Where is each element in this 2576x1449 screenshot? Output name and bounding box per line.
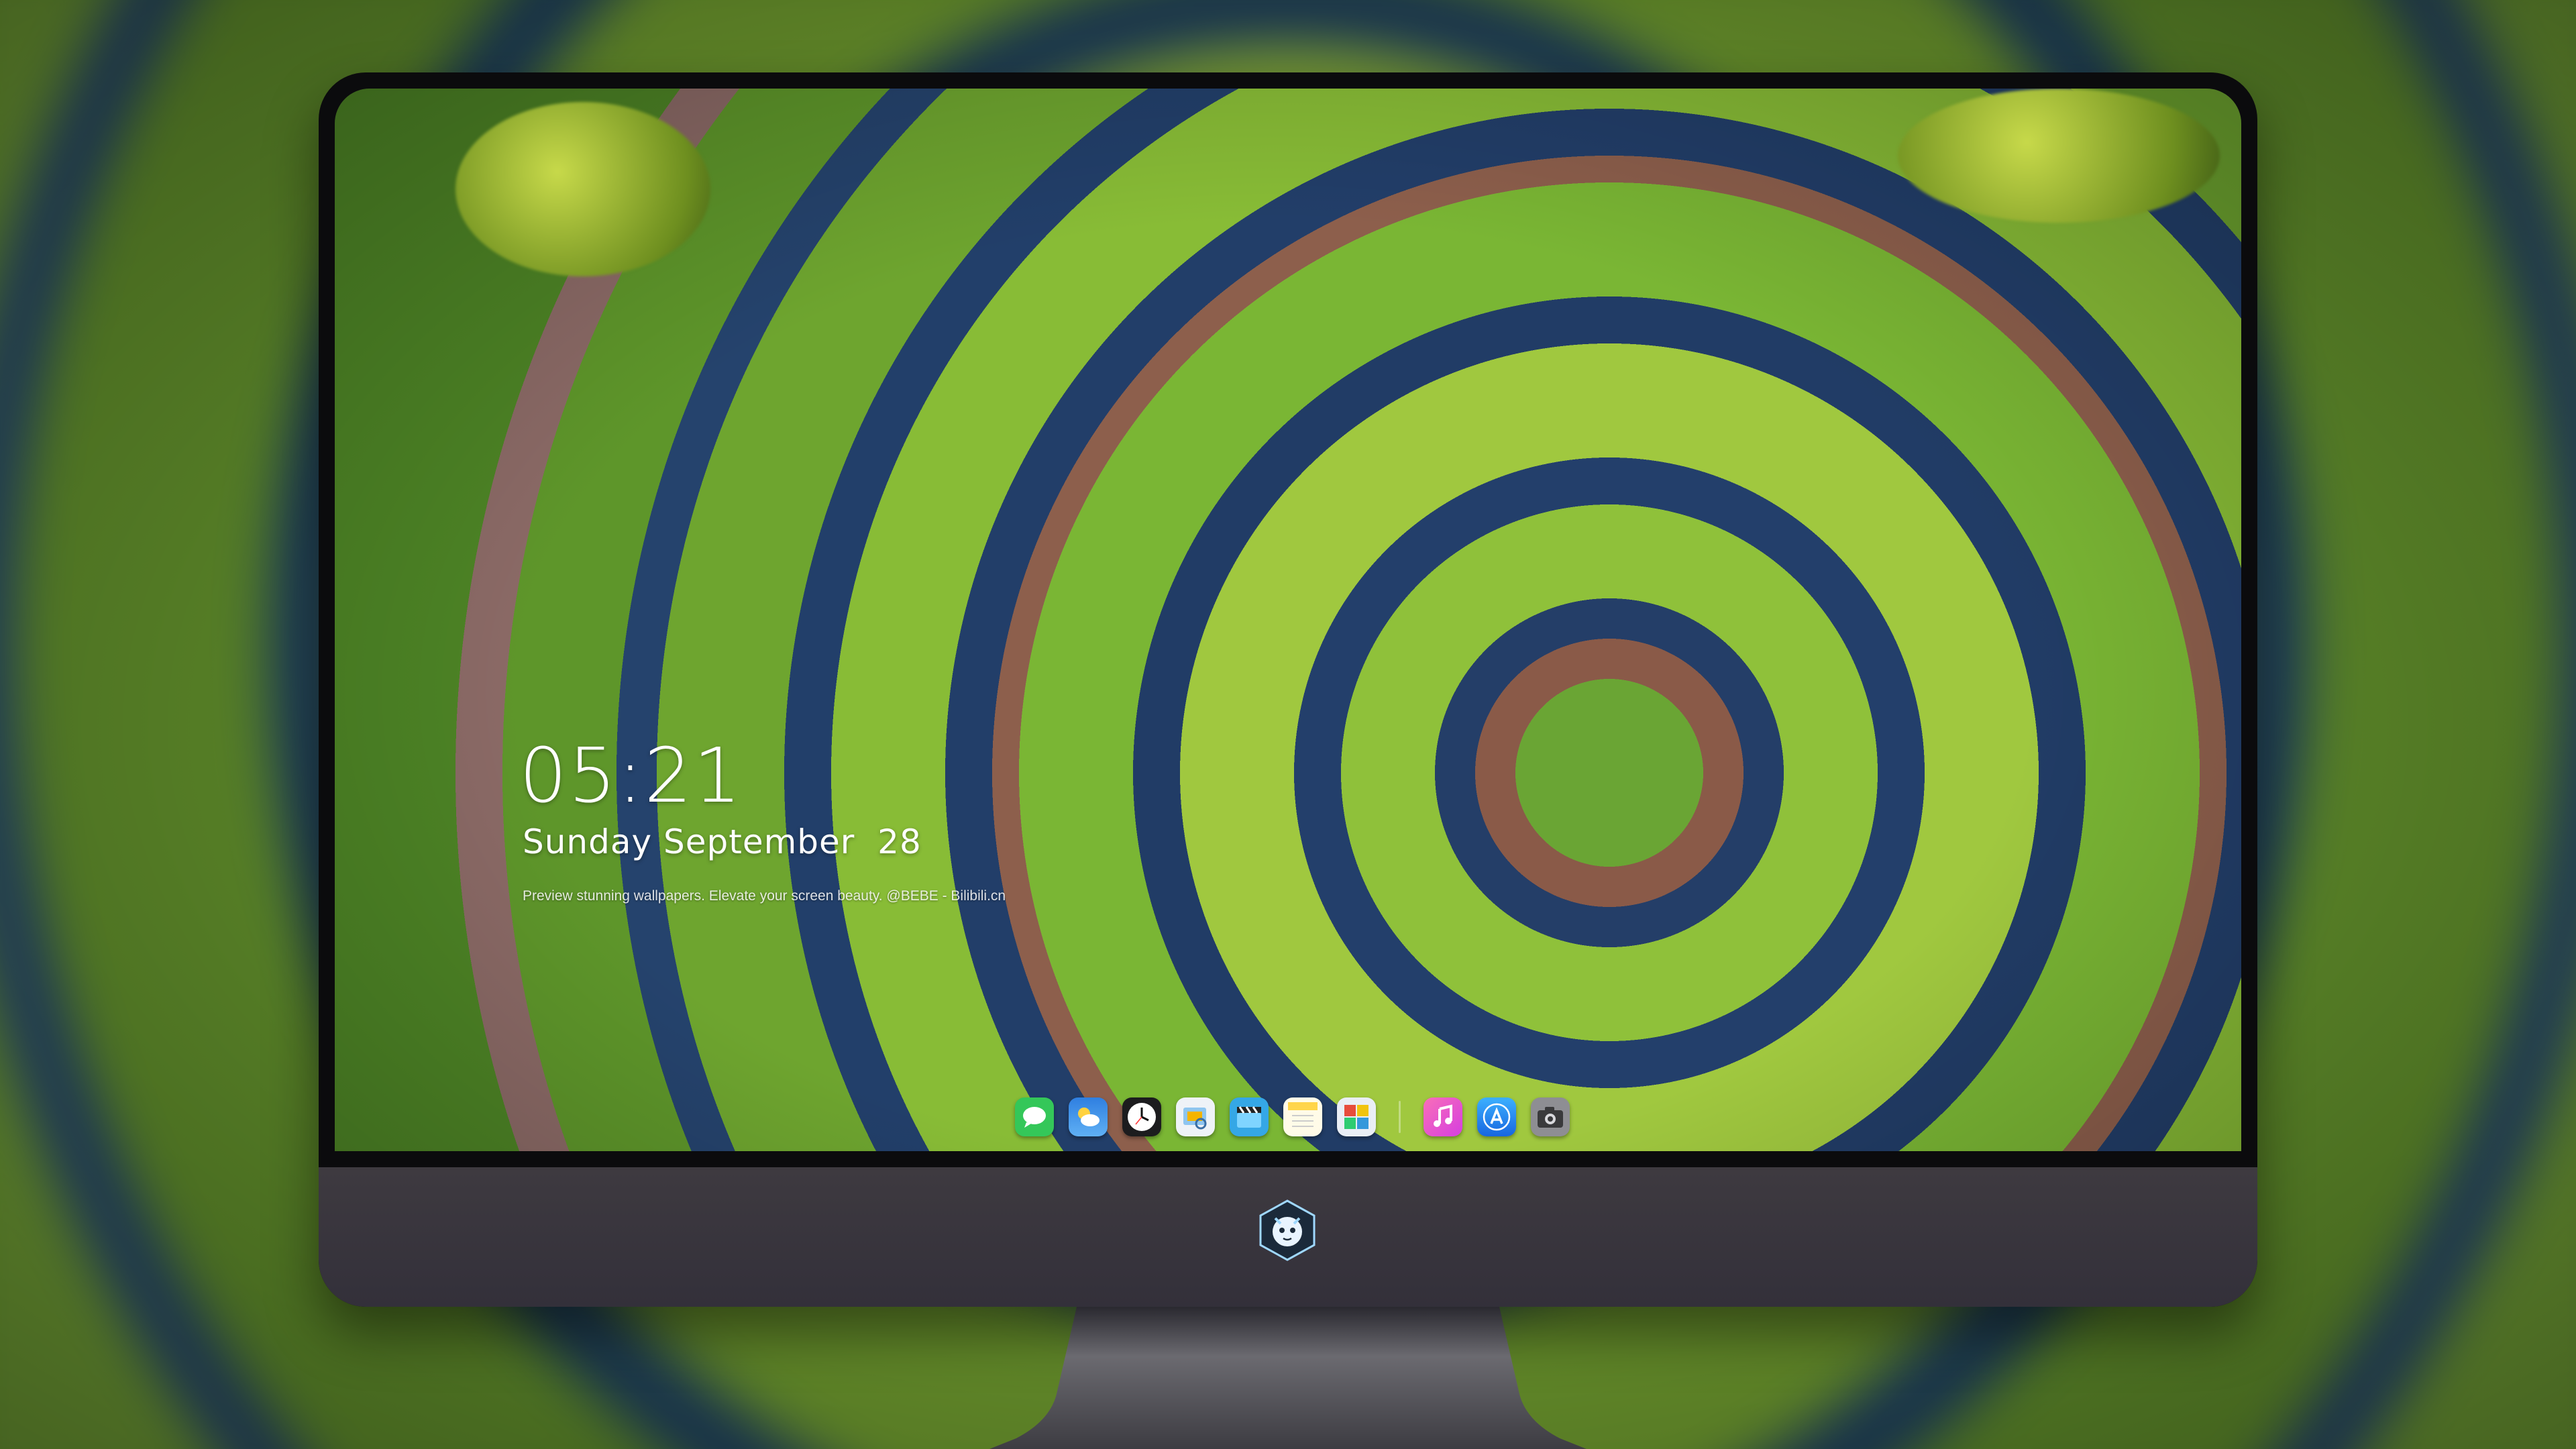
dock-weather-icon[interactable] bbox=[1069, 1097, 1108, 1136]
monitor-stand bbox=[989, 1307, 1587, 1449]
lock-screen[interactable]: 05:21 Sunday September 28 Preview stunni… bbox=[335, 89, 2241, 1151]
dock-clock-icon[interactable] bbox=[1122, 1097, 1161, 1136]
dock-messages-icon[interactable] bbox=[1015, 1097, 1054, 1136]
dock-clips-icon[interactable] bbox=[1230, 1097, 1269, 1136]
dock-camera-icon[interactable] bbox=[1531, 1097, 1570, 1136]
dock-notes-icon[interactable] bbox=[1283, 1097, 1322, 1136]
dock-separator bbox=[1399, 1101, 1401, 1133]
scene: 05:21 Sunday September 28 Preview stunni… bbox=[0, 0, 2576, 1449]
lock-date: Sunday September 28 bbox=[523, 822, 922, 861]
dock-app-store-icon[interactable] bbox=[1477, 1097, 1516, 1136]
dock-photo-booth-icon[interactable] bbox=[1337, 1097, 1376, 1136]
tree-top-left bbox=[455, 102, 710, 276]
lock-clock: 05:21 bbox=[519, 733, 743, 820]
monitor: 05:21 Sunday September 28 Preview stunni… bbox=[319, 72, 2257, 1307]
tree-top-right bbox=[1898, 89, 2220, 223]
dock-music-icon[interactable] bbox=[1424, 1097, 1462, 1136]
dock-preview-icon[interactable] bbox=[1176, 1097, 1215, 1136]
lock-tagline: Preview stunning wallpapers. Elevate you… bbox=[523, 888, 1006, 904]
brand-logo-icon bbox=[1259, 1199, 1316, 1261]
monitor-chin bbox=[319, 1167, 2257, 1307]
dock bbox=[1006, 1087, 1579, 1147]
